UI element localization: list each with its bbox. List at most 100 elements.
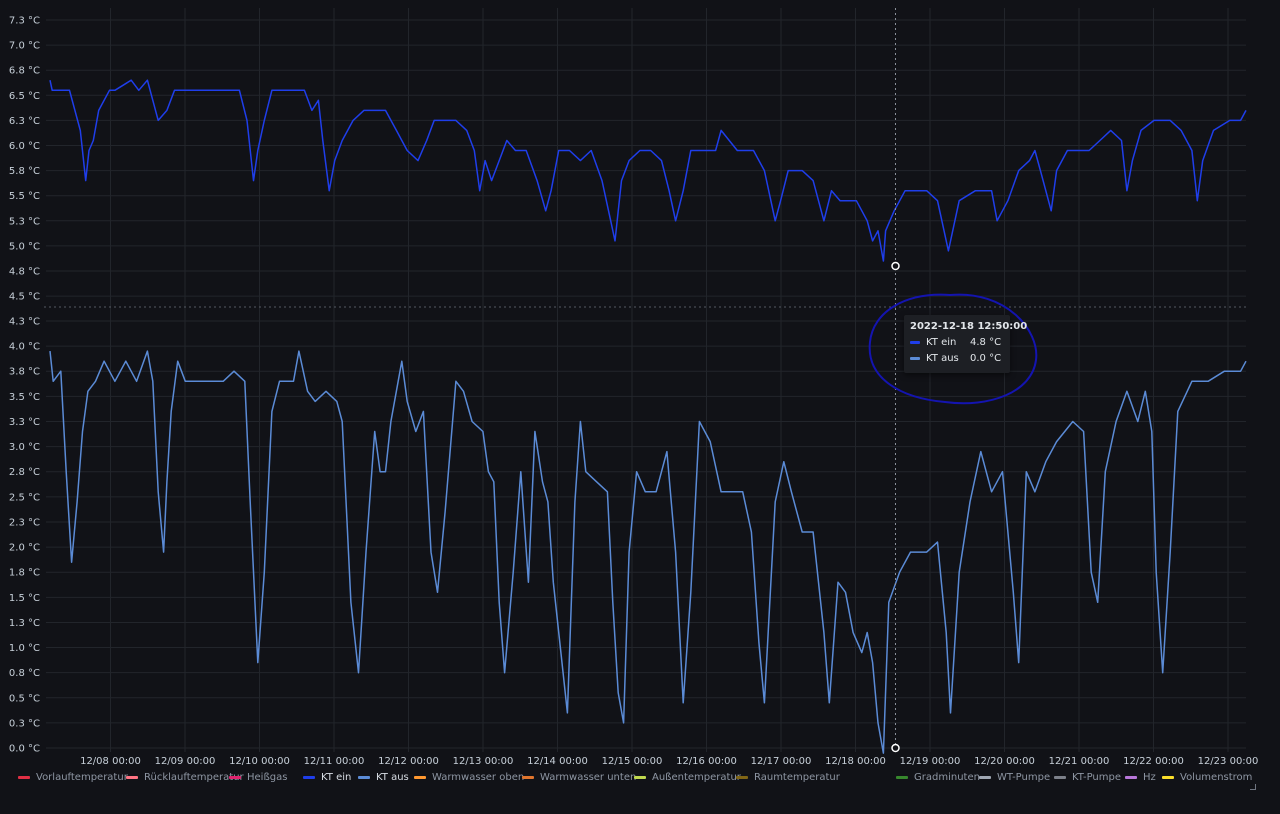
x-tick-label: 12/20 00:00: [974, 756, 1035, 767]
y-tick-label: 7.0 °C: [9, 41, 40, 52]
y-tick-label: 6.0 °C: [9, 141, 40, 152]
legend-item[interactable]: Außentemperatur: [634, 768, 741, 786]
y-tick-label: 5.8 °C: [9, 166, 40, 177]
tooltip-swatch-kt-ein: [910, 341, 920, 344]
legend-label: Warmwasser unten: [540, 771, 637, 783]
y-tick-label: 5.3 °C: [9, 216, 40, 227]
y-tick-label: 3.3 °C: [9, 417, 40, 428]
legend-item[interactable]: KT-Pumpe: [1054, 768, 1121, 786]
legend-swatch: [229, 775, 241, 779]
tooltip-swatch-kt-aus: [910, 357, 920, 360]
legend-label: KT-Pumpe: [1072, 771, 1122, 783]
legend-label: Warmwasser oben: [432, 771, 525, 783]
legend-swatch: [634, 775, 646, 779]
legend-swatch: [414, 775, 426, 779]
y-tick-label: 5.0 °C: [9, 241, 40, 252]
y-tick-label: 4.8 °C: [9, 267, 40, 278]
legend-swatch: [1054, 775, 1066, 779]
x-tick-label: 12/08 00:00: [80, 756, 141, 767]
legend-swatch: [126, 775, 138, 779]
y-axis-ticks: 7.3 °C 7.0 °C 6.8 °C 6.5 °C 6.3 °C 6.0 °C 5.8 …: [9, 16, 40, 755]
legend-label: Vorlauftemperatur: [36, 771, 128, 783]
tooltip-series-name: KT ein: [926, 337, 957, 348]
legend-label: Gradminuten: [914, 771, 980, 783]
legend-item[interactable]: Warmwasser oben: [414, 768, 524, 786]
x-tick-label: 12/21 00:00: [1049, 756, 1110, 767]
y-tick-label: 4.5 °C: [9, 292, 40, 303]
legend-item[interactable]: Rücklauftemperatur: [126, 768, 244, 786]
x-tick-label: 12/14 00:00: [527, 756, 588, 767]
legend-swatch: [979, 775, 991, 779]
tooltip: 2022-12-18 12:50:00 KT ein 4.8 °C KT aus…: [904, 315, 1027, 373]
resize-handle-icon[interactable]: [1250, 784, 1256, 790]
y-tick-label: 0.0 °C: [9, 744, 40, 755]
x-tick-label: 12/19 00:00: [900, 756, 961, 767]
x-tick-label: 12/17 00:00: [751, 756, 812, 767]
y-tick-label: 0.3 °C: [9, 718, 40, 729]
series-lines: [49, 79, 1247, 754]
y-tick-label: 1.3 °C: [9, 618, 40, 629]
tooltip-row-kt-aus: KT aus 0.0 °C: [910, 353, 1001, 364]
legend-item[interactable]: Vorlauftemperatur: [18, 768, 128, 786]
y-tick-label: 6.5 °C: [9, 91, 40, 102]
legend-item[interactable]: KT aus: [358, 768, 409, 786]
y-tick-label: 3.0 °C: [9, 442, 40, 453]
chart[interactable]: 7.3 °C 7.0 °C 6.8 °C 6.5 °C 6.3 °C 6.0 °C 5.8 …: [0, 0, 1280, 814]
legend-label: Volumenstrom: [1180, 771, 1253, 783]
y-tick-label: 1.5 °C: [9, 593, 40, 604]
tooltip-row-kt-ein: KT ein 4.8 °C: [910, 337, 1001, 348]
x-tick-label: 12/23 00:00: [1198, 756, 1259, 767]
legend-label: Außentemperatur: [652, 771, 741, 783]
tooltip-value: 4.8 °C: [970, 337, 1002, 348]
hover-point-kt-aus: [891, 743, 900, 753]
tooltip-series-name: KT aus: [926, 353, 959, 364]
y-tick-label: 1.0 °C: [9, 643, 40, 654]
y-tick-label: 2.8 °C: [9, 467, 40, 478]
legend-label: KT aus: [376, 771, 409, 783]
x-tick-label: 12/18 00:00: [825, 756, 886, 767]
legend-item[interactable]: Heißgas: [229, 768, 287, 786]
y-tick-label: 4.0 °C: [9, 342, 40, 353]
x-tick-label: 12/10 00:00: [229, 756, 290, 767]
x-tick-label: 12/22 00:00: [1123, 756, 1184, 767]
x-tick-label: 12/12 00:00: [378, 756, 439, 767]
y-tick-label: 2.3 °C: [9, 517, 40, 528]
legend-label: Heißgas: [247, 771, 288, 783]
legend-item[interactable]: Warmwasser unten: [522, 768, 636, 786]
legend-label: KT ein: [321, 771, 352, 783]
legend-swatch: [736, 775, 748, 779]
x-tick-label: 12/11 00:00: [304, 756, 365, 767]
y-tick-label: 5.5 °C: [9, 191, 40, 202]
legend-item[interactable]: WT-Pumpe: [979, 768, 1050, 786]
legend-item[interactable]: Raumtemperatur: [736, 768, 840, 786]
y-tick-label: 0.5 °C: [9, 693, 40, 704]
legend-label: Hz: [1143, 771, 1156, 783]
legend-swatch: [358, 775, 370, 779]
y-tick-label: 3.8 °C: [9, 367, 40, 378]
y-tick-label: 0.8 °C: [9, 668, 40, 679]
legend-item[interactable]: Volumenstrom: [1162, 768, 1252, 786]
x-tick-label: 12/16 00:00: [676, 756, 737, 767]
legend-item[interactable]: Hz: [1125, 768, 1156, 786]
y-tick-label: 2.5 °C: [9, 492, 40, 503]
legend-label: WT-Pumpe: [997, 771, 1051, 783]
y-tick-label: 7.3 °C: [9, 16, 40, 27]
legend-swatch: [1125, 775, 1137, 779]
legend-swatch: [18, 775, 30, 779]
x-tick-label: 12/13 00:00: [453, 756, 514, 767]
tooltip-time: 2022-12-18 12:50:00: [910, 321, 1028, 332]
y-tick-label: 3.5 °C: [9, 392, 40, 403]
legend-swatch: [522, 775, 534, 779]
legend-label: Raumtemperatur: [754, 771, 840, 783]
legend-swatch: [303, 775, 315, 779]
legend: Vorlauftemperatur Rücklauftemperatur Heißg…: [0, 768, 1280, 788]
legend-item[interactable]: Gradminuten: [896, 768, 980, 786]
legend-item[interactable]: KT ein: [303, 768, 351, 786]
x-tick-label: 12/15 00:00: [602, 756, 663, 767]
legend-swatch: [896, 775, 908, 779]
y-tick-label: 6.8 °C: [9, 66, 40, 77]
y-tick-label: 1.8 °C: [9, 568, 40, 579]
series-line-kt-aus: [49, 350, 1247, 754]
tooltip-value: 0.0 °C: [970, 353, 1002, 364]
y-tick-label: 2.0 °C: [9, 543, 40, 554]
